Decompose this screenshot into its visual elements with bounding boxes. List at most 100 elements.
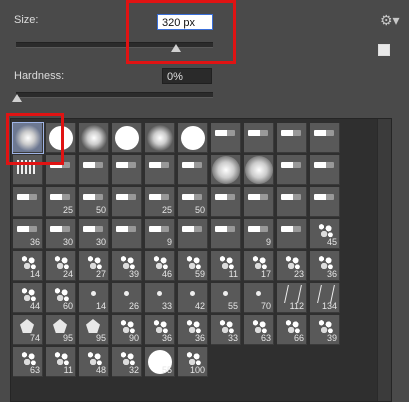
brush-size-label: 42 <box>194 301 205 311</box>
brush-tip-preview <box>314 194 334 200</box>
brush-preset-54[interactable]: 33 <box>145 283 175 313</box>
brush-preset-40[interactable]: 14 <box>13 251 43 281</box>
brush-preset-51[interactable]: 60 <box>46 283 76 313</box>
brush-preset-41[interactable]: 24 <box>46 251 76 281</box>
brush-preset-55[interactable]: 42 <box>178 283 208 313</box>
brush-preset-22[interactable]: 50 <box>79 187 109 217</box>
brush-preset-50[interactable]: 44 <box>13 283 43 313</box>
brush-size-label: 36 <box>194 333 205 343</box>
brush-preset-17[interactable] <box>244 155 274 185</box>
brush-preset-26[interactable] <box>211 187 241 217</box>
gear-icon[interactable]: ⚙▾ <box>380 12 400 29</box>
brush-preset-38[interactable] <box>277 219 307 249</box>
brush-preset-44[interactable]: 46 <box>145 251 175 281</box>
brush-preset-52[interactable]: 14 <box>79 283 109 313</box>
brush-tip-preview <box>184 318 202 334</box>
brush-preset-73[interactable]: 32 <box>112 347 142 377</box>
brush-tip-preview <box>149 162 169 168</box>
brush-preset-70[interactable]: 63 <box>13 347 43 377</box>
brush-preset-31[interactable]: 30 <box>46 219 76 249</box>
hardness-slider-thumb[interactable] <box>12 94 22 102</box>
brush-preset-4[interactable] <box>145 123 175 153</box>
brush-preset-72[interactable]: 48 <box>79 347 109 377</box>
brush-preset-37[interactable]: 9 <box>244 219 274 249</box>
brush-tip-preview <box>281 162 301 168</box>
brush-preset-32[interactable]: 30 <box>79 219 109 249</box>
brush-preset-74[interactable]: 55 <box>145 347 175 377</box>
brush-preset-25[interactable]: 50 <box>178 187 208 217</box>
brush-preset-60[interactable]: 74 <box>13 315 43 345</box>
brush-preset-24[interactable]: 25 <box>145 187 175 217</box>
brush-preset-5[interactable] <box>178 123 208 153</box>
brush-preset-61[interactable]: 95 <box>46 315 76 345</box>
brush-size-label: 33 <box>227 333 238 343</box>
brush-preset-59[interactable]: 134 <box>310 283 340 313</box>
brush-preset-57[interactable]: 70 <box>244 283 274 313</box>
brush-tip-preview <box>52 254 70 270</box>
brush-preset-46[interactable]: 11 <box>211 251 241 281</box>
brush-preset-35[interactable] <box>178 219 208 249</box>
brush-preset-64[interactable]: 36 <box>145 315 175 345</box>
brush-size-label: 9 <box>265 237 271 247</box>
brush-preset-18[interactable] <box>277 155 307 185</box>
brush-preset-62[interactable]: 95 <box>79 315 109 345</box>
brush-size-label: 36 <box>326 269 337 279</box>
brush-preset-56[interactable]: 55 <box>211 283 241 313</box>
grid-scrollbar[interactable] <box>377 119 391 401</box>
brush-preset-23[interactable] <box>112 187 142 217</box>
brush-preset-66[interactable]: 33 <box>211 315 241 345</box>
brush-preset-75[interactable]: 100 <box>178 347 208 377</box>
brush-tip-preview <box>250 254 268 270</box>
brush-tip-preview <box>182 162 202 168</box>
brush-preset-8[interactable] <box>277 123 307 153</box>
brush-size-label: 74 <box>29 333 40 343</box>
new-preset-icon[interactable] <box>378 44 390 56</box>
brush-preset-65[interactable]: 36 <box>178 315 208 345</box>
brush-tip-preview <box>17 226 37 232</box>
brush-preset-2[interactable] <box>79 123 109 153</box>
brush-preset-14[interactable] <box>145 155 175 185</box>
brush-preset-34[interactable]: 9 <box>145 219 175 249</box>
brush-preset-53[interactable]: 26 <box>112 283 142 313</box>
hardness-input[interactable]: 0% <box>162 68 212 84</box>
brush-preset-21[interactable]: 25 <box>46 187 76 217</box>
brush-preset-45[interactable]: 59 <box>178 251 208 281</box>
brush-preset-15[interactable] <box>178 155 208 185</box>
brush-preset-12[interactable] <box>79 155 109 185</box>
brush-preset-20[interactable] <box>13 187 43 217</box>
brush-preset-3[interactable] <box>112 123 142 153</box>
brush-preset-71[interactable]: 11 <box>46 347 76 377</box>
brush-tip-preview <box>256 291 261 296</box>
brush-preset-69[interactable]: 39 <box>310 315 340 345</box>
brush-preset-33[interactable] <box>112 219 142 249</box>
brush-preset-42[interactable]: 27 <box>79 251 109 281</box>
highlight-size-box <box>126 0 236 64</box>
brush-preset-16[interactable] <box>211 155 241 185</box>
brush-preset-47[interactable]: 17 <box>244 251 274 281</box>
brush-size-label: 50 <box>95 205 106 215</box>
brush-preset-13[interactable] <box>112 155 142 185</box>
brush-preset-48[interactable]: 23 <box>277 251 307 281</box>
brush-grid: 25 50 25 50 36 30 30 9 9 45 14 24 27 39 46 59 11 17 23 36 44… <box>10 118 392 402</box>
brush-preset-29[interactable] <box>310 187 340 217</box>
brush-preset-19[interactable] <box>310 155 340 185</box>
hardness-slider-track[interactable] <box>16 92 213 98</box>
brush-preset-58[interactable]: 112 <box>277 283 307 313</box>
brush-preset-36[interactable] <box>211 219 241 249</box>
brush-preset-28[interactable] <box>277 187 307 217</box>
brush-preset-49[interactable]: 36 <box>310 251 340 281</box>
brush-preset-27[interactable] <box>244 187 274 217</box>
brush-preset-7[interactable] <box>244 123 274 153</box>
brush-preset-43[interactable]: 39 <box>112 251 142 281</box>
brush-preset-67[interactable]: 63 <box>244 315 274 345</box>
brush-tip-preview <box>118 350 136 366</box>
brush-preset-39[interactable]: 45 <box>310 219 340 249</box>
brush-preset-30[interactable]: 36 <box>13 219 43 249</box>
brush-tip-preview <box>83 226 103 232</box>
brush-preset-6[interactable] <box>211 123 241 153</box>
brush-preset-63[interactable]: 90 <box>112 315 142 345</box>
brush-preset-9[interactable] <box>310 123 340 153</box>
brush-tip-preview <box>20 319 34 333</box>
brush-tip-preview <box>314 162 334 168</box>
brush-preset-68[interactable]: 66 <box>277 315 307 345</box>
